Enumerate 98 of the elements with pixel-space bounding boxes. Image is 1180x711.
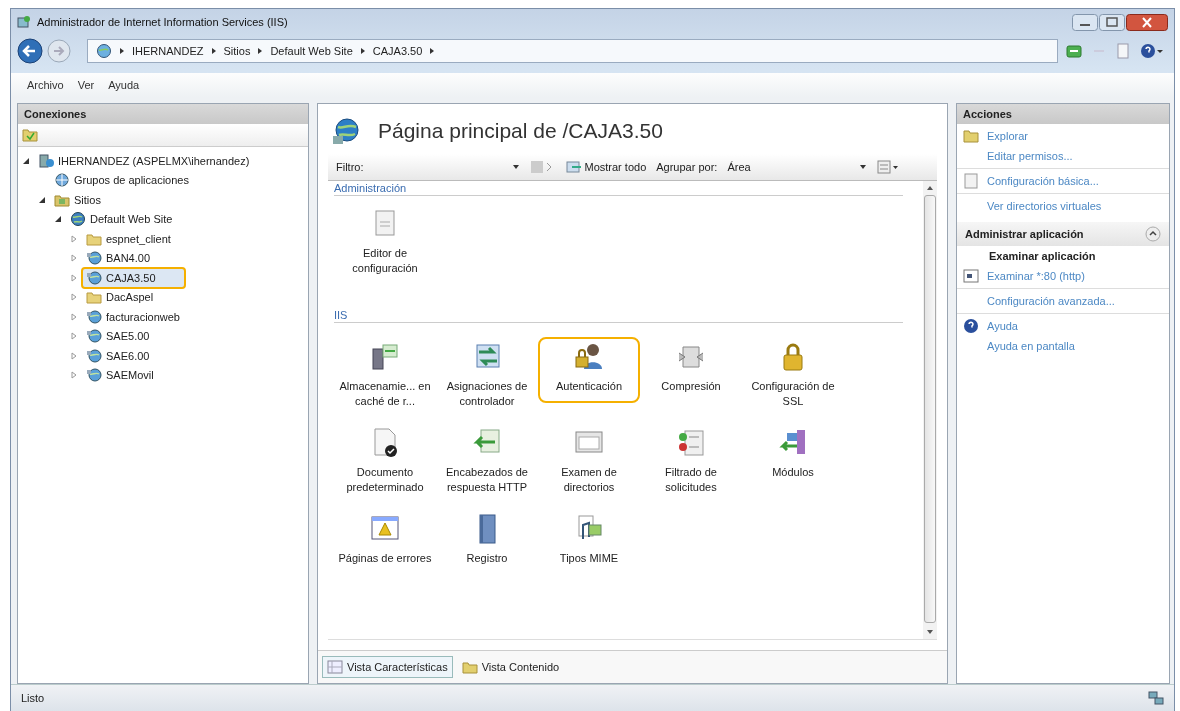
collapsed-arrow-icon[interactable] [70,273,78,282]
caret-icon [210,47,217,55]
globe-icon [86,367,102,384]
window-title: Administrador de Internet Information Services (IIS) [37,16,288,28]
collapsed-arrow-icon[interactable] [70,234,78,243]
subsection-title: Examinar aplicación [988,249,1097,264]
tree-item[interactable]: SAEMovil [81,364,159,387]
maximize-icon[interactable] [1099,13,1125,31]
action-link[interactable]: Configuración avanzada... [987,295,1115,307]
collapsed-arrow-icon[interactable] [70,293,78,302]
globe-icon [86,328,102,345]
address-bar[interactable]: IHERNANDEZ Sitios Default Web Site CAJA3.50 [87,39,1058,63]
view-tab[interactable]: Vista Características [322,656,453,678]
scroll-thumb[interactable] [924,195,936,623]
scroll-down-icon [926,629,934,635]
caret-icon [359,47,366,55]
globe-icon [332,116,362,146]
menu-item[interactable]: Archivo [27,79,64,91]
menu-item[interactable]: Ayuda [108,79,140,91]
page-icon[interactable] [1116,43,1130,59]
grid-icon [327,659,343,675]
close-icon[interactable] [1126,13,1168,31]
view-tab[interactable]: Vista Contenido [456,656,565,678]
feature-tile[interactable]: Registro [436,509,538,575]
action-link[interactable]: Examinar *:80 (http) [987,270,1085,282]
collapsed-arrow-icon[interactable] [70,312,78,321]
caret-icon [429,47,436,55]
panel-header: Conexiones [18,104,308,124]
page-title: Página principal de /CAJA3.50 [378,119,663,143]
feature-tile[interactable]: Examen de directorios [538,423,640,489]
connect-icon[interactable] [1066,43,1082,59]
globe-icon [86,250,102,267]
view-icon[interactable] [877,159,900,175]
window-icon [963,268,979,284]
expanded-arrow-icon[interactable] [38,195,46,204]
window-icon [17,15,31,29]
back-icon[interactable] [17,38,43,64]
feature-tile[interactable]: Páginas de errores [334,509,436,575]
action-link[interactable]: Configuración básica... [987,175,1099,187]
globe-icon [70,211,86,228]
action-link[interactable]: Editar permisos... [987,150,1073,162]
folder-icon [461,659,478,675]
dropdown-icon [859,164,868,170]
network-icon [1148,690,1164,706]
scrollbar[interactable] [923,181,937,639]
feature-tile[interactable]: Módulos [742,423,844,489]
globe-icon [54,172,70,189]
globe-icon [86,269,102,286]
group-by-label: Agrupar por: [656,161,718,173]
action-link[interactable]: Ayuda en pantalla [987,340,1075,352]
status-text: Listo [21,692,45,704]
server-icon [369,341,401,373]
feature-tile[interactable]: Compresión [640,337,742,403]
folder-icon [86,289,102,306]
section-header: Administración [334,182,407,194]
panel-header: Acciones [957,104,1169,124]
collapsed-arrow-icon[interactable] [70,332,78,341]
action-link[interactable]: Ayuda [987,320,1018,332]
feature-tile[interactable]: Configuración de SSL [742,337,844,403]
tree-item[interactable]: IHERNANDEZ (ASPELMX\ihernandez) [33,149,255,172]
globe-icon [86,347,102,364]
folder-icon[interactable] [22,127,38,143]
feature-tile[interactable]: Tipos MIME [538,509,640,575]
breadcrumb-item[interactable]: Default Web Site [270,45,353,57]
help-icon[interactable] [1140,43,1164,59]
folder-icon [963,128,979,144]
feature-tile[interactable]: Almacenamie... en caché de r... [334,337,436,403]
tree-item[interactable]: CAJA3.50 [81,266,186,289]
show-all-button[interactable]: Mostrar todo [561,159,651,175]
filter-label: Filtro: [336,161,364,173]
menu-item[interactable]: Ver [77,79,95,91]
dropdown-icon[interactable] [511,164,520,170]
feature-tile[interactable]: Asignaciones de controlador [436,337,538,403]
caret-icon [119,47,125,55]
collapsed-arrow-icon[interactable] [70,351,78,360]
server-icon [38,152,54,169]
expanded-arrow-icon[interactable] [22,156,30,165]
minimize-icon[interactable] [1072,13,1098,31]
section-header: Administrar aplicación [965,228,1084,240]
page-icon [963,173,979,189]
breadcrumb-item[interactable]: CAJA3.50 [372,45,423,57]
action-link[interactable]: Explorar [987,130,1028,142]
feature-tile[interactable]: Filtrado de solicitudes [640,423,742,489]
action-link[interactable]: Ver directorios virtuales [987,200,1102,212]
group-by-dropdown[interactable]: Área [723,161,872,173]
section-header: IIS [334,309,348,321]
expanded-arrow-icon[interactable] [54,215,62,224]
caret-icon [257,47,264,55]
breadcrumb-item[interactable]: Sitios [223,45,251,57]
help-icon [963,318,979,334]
globe-icon [86,308,102,325]
globe-icon [96,43,112,59]
breadcrumb-item[interactable]: IHERNANDEZ [132,45,204,57]
feature-tile[interactable]: Autenticación [538,337,640,403]
scroll-up-icon [926,185,934,191]
collapsed-arrow-icon[interactable] [70,254,78,263]
collapse-icon[interactable] [1145,226,1161,242]
collapsed-arrow-icon[interactable] [70,371,78,380]
